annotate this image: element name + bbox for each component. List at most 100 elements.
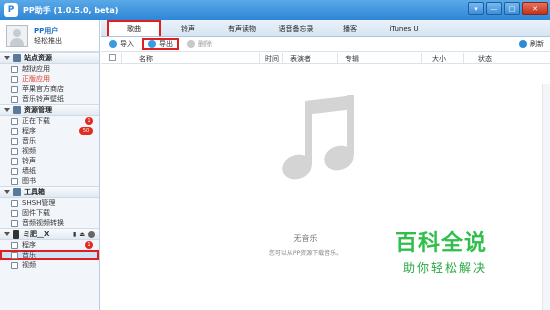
tab-ringtones[interactable]: 铃声 bbox=[161, 21, 215, 36]
video-icon bbox=[11, 262, 18, 269]
sidebar-item-books[interactable]: 图书 bbox=[0, 176, 99, 186]
section-title: 站点资源 bbox=[24, 54, 52, 62]
close-button[interactable]: ✕ bbox=[522, 2, 548, 15]
column-divider bbox=[421, 53, 422, 63]
sidebar-item-device-music[interactable]: 音乐 bbox=[0, 250, 99, 260]
sidebar-item-genuine-apps[interactable]: 正版应用 bbox=[0, 74, 99, 84]
section-site-resources[interactable]: 站点资源 bbox=[0, 52, 99, 64]
window-title: PP助手 (1.0.5.0, beta) bbox=[23, 5, 119, 15]
column-album[interactable]: 专辑 bbox=[345, 54, 359, 64]
section-resource-management[interactable]: 资源管理 bbox=[0, 104, 99, 116]
app-icon bbox=[11, 66, 18, 73]
image-icon bbox=[11, 168, 18, 175]
sidebar-item-music[interactable]: 音乐 bbox=[0, 136, 99, 146]
sidebar-item-label: 音乐铃声壁纸 bbox=[22, 95, 64, 103]
refresh-label: 刷新 bbox=[530, 40, 544, 48]
column-divider bbox=[282, 53, 283, 63]
battery-icon: ▮ bbox=[73, 231, 77, 238]
convert-icon bbox=[11, 220, 18, 227]
tab-voice-memos[interactable]: 语音备忘录 bbox=[269, 21, 323, 36]
export-button[interactable]: 导出 bbox=[142, 38, 179, 50]
toolbar: 导入 导出 删除 刷新 bbox=[101, 37, 550, 52]
sidebar-item-device-video[interactable]: 视频 bbox=[0, 260, 99, 270]
sidebar-item-label: 程序 bbox=[22, 127, 36, 135]
refresh-button[interactable]: 刷新 bbox=[519, 39, 544, 49]
sidebar-item-firmware[interactable]: 固件下载 bbox=[0, 208, 99, 218]
export-icon bbox=[148, 40, 156, 48]
delete-button[interactable]: 删除 bbox=[183, 38, 216, 50]
book-icon bbox=[11, 178, 18, 185]
sidebar-item-device-programs[interactable]: 程序 1 bbox=[0, 240, 99, 250]
device-name: ミ肥__X bbox=[23, 230, 50, 238]
app-icon bbox=[11, 128, 18, 135]
select-all-checkbox[interactable] bbox=[109, 54, 116, 61]
sidebar-item-label: 视频 bbox=[22, 147, 36, 155]
sidebar-item-jailbreak-apps[interactable]: 越狱应用 bbox=[0, 64, 99, 74]
sidebar-item-label: 程序 bbox=[22, 241, 36, 249]
user-panel: PP用户 轻松推出 bbox=[0, 20, 99, 52]
count-badge: 1 bbox=[85, 241, 93, 249]
settings-icon[interactable] bbox=[88, 231, 95, 238]
sidebar-item-label: 音乐 bbox=[22, 251, 36, 259]
maximize-button[interactable]: □ bbox=[504, 2, 520, 15]
sidebar-item-video[interactable]: 视频 bbox=[0, 146, 99, 156]
tab-audiobooks[interactable]: 有声读物 bbox=[215, 21, 269, 36]
device-header[interactable]: ミ肥__X ▮ ⏏ bbox=[0, 228, 99, 240]
music-icon bbox=[11, 252, 18, 259]
folder-icon bbox=[13, 106, 21, 114]
sidebar-item-wallpaper[interactable]: 墙纸 bbox=[0, 166, 99, 176]
sidebar-item-app-store[interactable]: 苹果官方商店 bbox=[0, 84, 99, 94]
sidebar-item-music-wallpaper[interactable]: 音乐铃声壁纸 bbox=[0, 94, 99, 104]
user-name[interactable]: PP用户 bbox=[34, 26, 62, 36]
minimize-button[interactable]: — bbox=[486, 2, 502, 15]
sidebar-item-ringtones[interactable]: 铃声 bbox=[0, 156, 99, 166]
column-time[interactable]: 时间 bbox=[265, 54, 279, 64]
tab-songs[interactable]: 歌曲 bbox=[107, 20, 161, 36]
sidebar-item-label: 正版应用 bbox=[22, 75, 50, 83]
section-toolbox[interactable]: 工具箱 bbox=[0, 186, 99, 198]
home-icon bbox=[13, 54, 21, 62]
import-button[interactable]: 导入 bbox=[105, 38, 138, 50]
sidebar-item-label: 越狱应用 bbox=[22, 65, 50, 73]
column-status[interactable]: 状态 bbox=[478, 54, 492, 64]
sidebar-item-shsh[interactable]: SHSH管理 bbox=[0, 198, 99, 208]
sidebar-item-label: 墙纸 bbox=[22, 167, 36, 175]
music-icon bbox=[11, 138, 18, 145]
sidebar-item-label: 音乐 bbox=[22, 137, 36, 145]
store-icon bbox=[11, 86, 18, 93]
sidebar-item-label: 苹果官方商店 bbox=[22, 85, 64, 93]
avatar[interactable] bbox=[6, 24, 28, 47]
watermark-sub-text: 助你轻松解决 bbox=[403, 261, 488, 275]
toolbox-icon bbox=[13, 188, 21, 196]
sidebar-item-label: 视频 bbox=[22, 261, 36, 269]
download-icon bbox=[11, 210, 18, 217]
tab-podcasts[interactable]: 播客 bbox=[323, 21, 377, 36]
collapse-arrow-icon bbox=[4, 108, 10, 112]
watermark-main-text: 百科全说 bbox=[395, 231, 488, 256]
refresh-icon bbox=[519, 40, 527, 48]
app-icon bbox=[11, 242, 18, 249]
column-artist[interactable]: 表演者 bbox=[290, 54, 311, 64]
collapse-arrow-icon bbox=[4, 232, 10, 236]
section-title: 工具箱 bbox=[24, 188, 45, 196]
tab-itunes-u[interactable]: iTunes U bbox=[377, 21, 431, 36]
column-size[interactable]: 大小 bbox=[432, 54, 446, 64]
download-icon bbox=[11, 118, 18, 125]
sidebar-item-label: 铃声 bbox=[22, 157, 36, 165]
app-icon bbox=[11, 76, 18, 83]
export-label: 导出 bbox=[159, 40, 173, 48]
sidebar-item-programs[interactable]: 程序 50 bbox=[0, 126, 99, 136]
menu-dropdown-button[interactable]: ▾ bbox=[468, 2, 484, 15]
sidebar-item-downloading[interactable]: 正在下载 1 bbox=[0, 116, 99, 126]
import-label: 导入 bbox=[120, 40, 134, 48]
column-name[interactable]: 名称 bbox=[139, 54, 153, 64]
logout-link[interactable]: 轻松推出 bbox=[34, 36, 62, 46]
sidebar-item-av-convert[interactable]: 音频视频转换 bbox=[0, 218, 99, 228]
sidebar-item-label: 图书 bbox=[22, 177, 36, 185]
sidebar: PP用户 轻松推出 站点资源 越狱应用 正版应用 苹果官方商店 音乐铃声壁纸 资… bbox=[0, 20, 100, 310]
eject-icon[interactable]: ⏏ bbox=[79, 231, 85, 238]
collapse-arrow-icon bbox=[4, 56, 10, 60]
video-icon bbox=[11, 148, 18, 155]
vertical-scrollbar[interactable] bbox=[542, 84, 550, 310]
sidebar-item-label: SHSH管理 bbox=[22, 199, 56, 207]
